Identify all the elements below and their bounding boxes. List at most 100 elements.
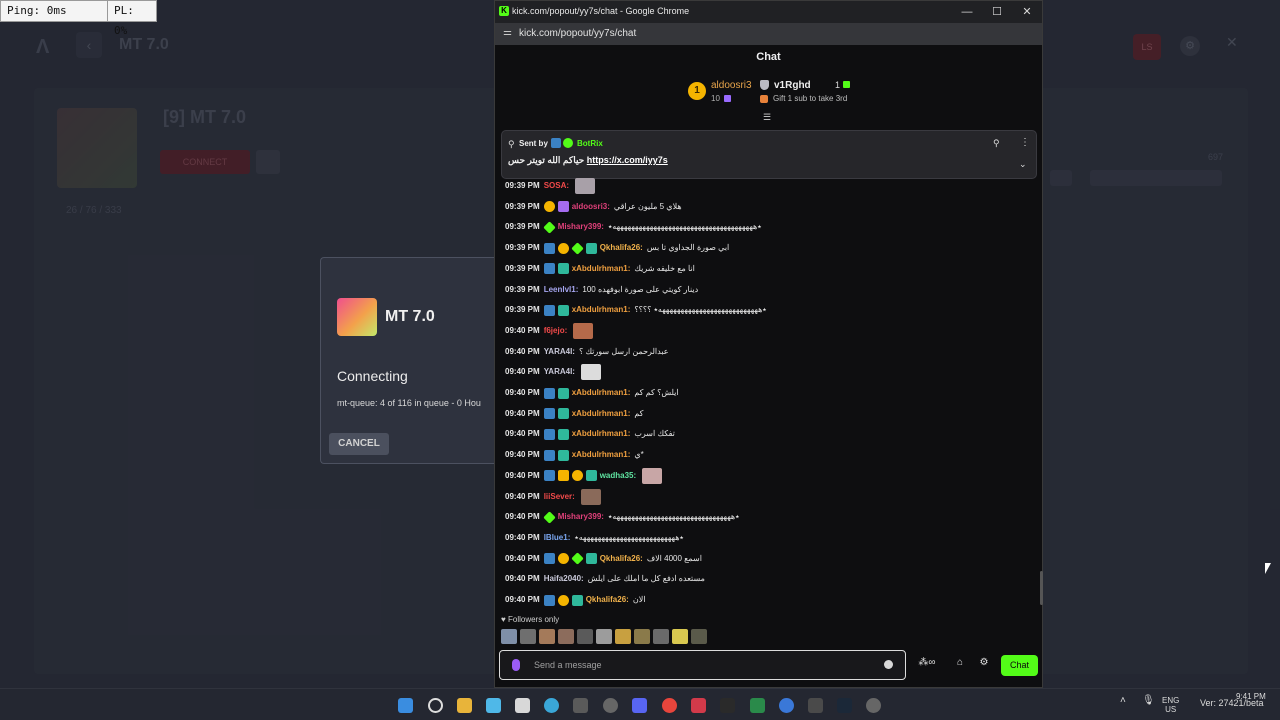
- emote-icon[interactable]: [691, 629, 707, 644]
- settings-icon[interactable]: ⚙: [977, 657, 991, 673]
- message-username[interactable]: xAbdulrhman1:: [572, 425, 631, 443]
- address-bar[interactable]: ⚌ kick.com/popout/yy7s/chat: [495, 23, 1042, 45]
- message-username[interactable]: YARA4I:: [544, 363, 575, 381]
- cancel-button[interactable]: CANCEL: [329, 433, 389, 455]
- message-username[interactable]: xAbdulrhman1:: [572, 446, 631, 464]
- chat-message[interactable]: 09:40 PM wadha35:: [505, 467, 663, 485]
- chat-message[interactable]: 09:40 PM xAbdulrhman1: ي*: [505, 446, 644, 464]
- emote-icon[interactable]: [672, 629, 688, 644]
- message-username[interactable]: YARA4I:: [544, 343, 575, 361]
- pinned-author[interactable]: BotRix: [577, 139, 603, 148]
- message-username[interactable]: Mishary399:: [558, 508, 604, 526]
- chat-message[interactable]: 09:40 PM f6jejo:: [505, 322, 594, 340]
- message-username[interactable]: wadha35:: [600, 467, 636, 485]
- message-username[interactable]: liiSever:: [544, 488, 575, 506]
- file-explorer-icon[interactable]: [457, 698, 472, 713]
- browser-titlebar[interactable]: K kick.com/popout/yy7s/chat - Google Chr…: [495, 1, 1042, 23]
- chat-message[interactable]: 09:40 PM lBlue1: ٭هههههههههههههههههههههههه…: [505, 529, 684, 547]
- chat-message[interactable]: 09:39 PM SOSA:: [505, 177, 596, 195]
- pinned-link[interactable]: https://x.com/iyy7s: [587, 155, 668, 165]
- launcher-icon[interactable]: [691, 698, 706, 713]
- language-indicator[interactable]: ENG US: [1162, 696, 1179, 714]
- chat-message[interactable]: 09:39 PM xAbdulrhman1: انا مع خليفه شريك: [505, 260, 695, 278]
- search-icon[interactable]: [428, 698, 443, 713]
- chevron-down-icon[interactable]: ⌄: [1019, 159, 1027, 170]
- mic-icon[interactable]: [512, 659, 520, 671]
- message-username[interactable]: Mishary399:: [558, 218, 604, 236]
- emote-icon[interactable]: [501, 629, 517, 644]
- chat-message[interactable]: 09:40 PM Qkhalifa26: اسمع 4000 الاف: [505, 550, 702, 568]
- message-username[interactable]: aldoosri3:: [572, 198, 610, 216]
- emote-icon[interactable]: [520, 629, 536, 644]
- emote-icon[interactable]: [615, 629, 631, 644]
- chat-message[interactable]: 09:39 PM xAbdulrhman1: ٭هههههههههههههههههه…: [505, 301, 767, 319]
- chat-message[interactable]: 09:40 PM liiSever:: [505, 488, 601, 506]
- message-username[interactable]: xAbdulrhman1:: [572, 260, 631, 278]
- message-username[interactable]: Leenlvl1:: [544, 281, 579, 299]
- chat-message[interactable]: 09:40 PM YARA4I: عبدالرحمن ارسل سورتك ؟: [505, 343, 669, 361]
- emote-icon[interactable]: [577, 629, 593, 644]
- chat-input[interactable]: Send a message: [499, 650, 906, 680]
- chat-scrollbar[interactable]: [1040, 571, 1043, 605]
- emote-icon[interactable]: [558, 629, 574, 644]
- chat-message-list[interactable]: 09:39 PM SOSA: 09:39 PM aldoosri3: هلاي 5 مل…: [495, 177, 1035, 611]
- maximize-icon[interactable]: ☐: [987, 4, 1007, 20]
- second-place-name[interactable]: v1Rghd: [774, 80, 811, 91]
- sync-icon[interactable]: [603, 698, 618, 713]
- send-chat-button[interactable]: Chat: [1001, 655, 1038, 676]
- chat-message[interactable]: 09:40 PM xAbdulrhman1: ايلش؟ كم كم: [505, 384, 679, 402]
- excel-icon[interactable]: [750, 698, 765, 713]
- chat-message[interactable]: 09:39 PM aldoosri3: هلاي 5 مليون عراقي: [505, 198, 682, 216]
- chat-message[interactable]: 09:40 PM Haifa2040: مستعده ادفع كل ما املك…: [505, 570, 705, 588]
- game-icon[interactable]: [720, 698, 735, 713]
- message-username[interactable]: SOSA:: [544, 177, 569, 195]
- app-icon[interactable]: [779, 698, 794, 713]
- chat-message[interactable]: 09:40 PM xAbdulrhman1: كم: [505, 405, 644, 423]
- app-icon[interactable]: [573, 698, 588, 713]
- message-username[interactable]: f6jejo:: [544, 322, 568, 340]
- message-username[interactable]: Qkhalifa26:: [600, 239, 643, 257]
- emoji-icon[interactable]: [884, 660, 893, 669]
- windows-start-icon[interactable]: [398, 698, 413, 713]
- mic-tray-icon[interactable]: 🎙: [1142, 696, 1155, 706]
- close-window-icon[interactable]: ✕: [1017, 4, 1037, 20]
- message-username[interactable]: Qkhalifa26:: [586, 591, 629, 609]
- recent-emotes[interactable]: [501, 629, 707, 645]
- more-options-icon[interactable]: ⋮: [1020, 137, 1030, 148]
- minimize-icon[interactable]: —: [957, 4, 977, 20]
- message-username[interactable]: lBlue1:: [544, 529, 571, 547]
- copilot-icon[interactable]: [486, 698, 501, 713]
- chat-message[interactable]: 09:40 PM xAbdulrhman1: تفكك اسرب: [505, 425, 675, 443]
- edge-icon[interactable]: [544, 698, 559, 713]
- url-text[interactable]: kick.com/popout/yy7s/chat: [519, 28, 636, 39]
- unpin-icon[interactable]: ⚲: [993, 138, 1000, 149]
- message-username[interactable]: Qkhalifa26:: [600, 550, 643, 568]
- chat-message[interactable]: 09:40 PM Qkhalifa26: الان: [505, 591, 646, 609]
- chat-message[interactable]: 09:40 PM Mishary399: ٭هههههههههههههههههههه…: [505, 508, 739, 526]
- site-settings-icon[interactable]: ⚌: [503, 27, 512, 38]
- chat-message[interactable]: 09:40 PM YARA4I:: [505, 363, 601, 381]
- steam-icon[interactable]: [837, 698, 852, 713]
- clock[interactable]: 9:41 PM: [1236, 692, 1266, 701]
- chrome-icon[interactable]: [662, 698, 677, 713]
- first-place-name[interactable]: aldoosri3: [711, 80, 752, 91]
- emote-icon[interactable]: [634, 629, 650, 644]
- emote-icon[interactable]: [539, 629, 555, 644]
- emote-icon[interactable]: [653, 629, 669, 644]
- collapse-icon[interactable]: ☰: [763, 112, 771, 123]
- app-icon[interactable]: [808, 698, 823, 713]
- message-username[interactable]: xAbdulrhman1:: [572, 384, 631, 402]
- message-username[interactable]: xAbdulrhman1:: [572, 301, 631, 319]
- chat-message[interactable]: 09:39 PM Mishary399: ٭هههههههههههههههههههه…: [505, 218, 762, 236]
- app-icon[interactable]: [866, 698, 881, 713]
- message-username[interactable]: xAbdulrhman1:: [572, 405, 631, 423]
- chevron-up-icon[interactable]: ˄: [1120, 696, 1126, 706]
- discord-icon[interactable]: [632, 698, 647, 713]
- store-icon[interactable]: ⌂: [953, 657, 967, 673]
- chat-message[interactable]: 09:39 PM Leenlvl1: دينار كويتي على صورة اب…: [505, 281, 698, 299]
- chat-message[interactable]: 09:39 PM Qkhalifa26: ابي صورة الجداوي تا ب…: [505, 239, 729, 257]
- emote-icon[interactable]: [596, 629, 612, 644]
- pyramid-icon[interactable]: ⁂∞: [913, 657, 941, 673]
- store-app-icon[interactable]: [515, 698, 530, 713]
- message-username[interactable]: Haifa2040:: [544, 570, 584, 588]
